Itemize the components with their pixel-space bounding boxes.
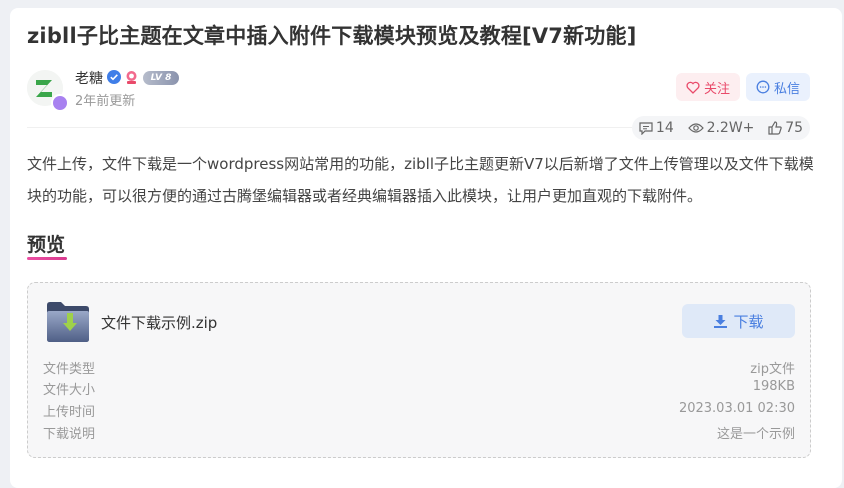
article-paragraph: 文件上传，文件下载是一个wordpress网站常用的功能，zibll子比主题更新… (27, 155, 814, 205)
level-badge: LV 8 (143, 71, 179, 85)
upload-time-label: 上传时间 (43, 405, 96, 420)
file-type-label: 文件类型 (43, 362, 96, 377)
updated-time: 2年前更新 (75, 94, 136, 109)
heading-underline (27, 257, 67, 260)
view-count: 2.2W+ (687, 120, 755, 136)
comment-icon (639, 121, 653, 135)
follow-label: 关注 (703, 81, 730, 97)
like-count[interactable]: 75 (768, 120, 803, 136)
message-button[interactable]: 私信 (746, 73, 810, 101)
file-size-value: 198KB (752, 379, 795, 394)
comment-count-value: 14 (655, 120, 674, 136)
download-label: 下载 (733, 312, 764, 331)
author-name[interactable]: 老糖 (75, 68, 103, 88)
file-type-value: zip文件 (750, 362, 795, 377)
download-button[interactable]: 下载 (682, 304, 795, 338)
heart-icon (686, 81, 700, 94)
follow-button[interactable]: 关注 (676, 73, 740, 101)
chat-icon (756, 80, 770, 94)
upload-time-value: 2023.03.01 02:30 (678, 401, 795, 416)
download-note-label: 下载说明 (43, 427, 96, 442)
download-icon (714, 314, 728, 328)
file-name: 文件下载示例.zip (101, 314, 218, 332)
like-count-value: 75 (785, 120, 804, 136)
file-size-label: 文件大小 (43, 383, 96, 398)
avatar[interactable] (27, 70, 69, 112)
message-label: 私信 (773, 81, 800, 97)
download-note-value: 这是一个示例 (716, 427, 795, 442)
medal-icon (126, 71, 137, 84)
thumbs-up-icon (768, 121, 782, 135)
vip-icon (51, 94, 69, 112)
section-heading: 预览 (27, 234, 66, 256)
view-count-value: 2.2W+ (706, 120, 755, 136)
comment-count[interactable]: 14 (639, 120, 674, 136)
folder-icon (47, 302, 89, 342)
eye-icon (687, 123, 704, 133)
verified-icon (107, 70, 121, 84)
stats-bar: 14 2.2W+ 75 (632, 116, 810, 140)
article-title: zibll子比主题在文章中插入附件下载模块预览及教程[V7新功能] (27, 24, 637, 48)
